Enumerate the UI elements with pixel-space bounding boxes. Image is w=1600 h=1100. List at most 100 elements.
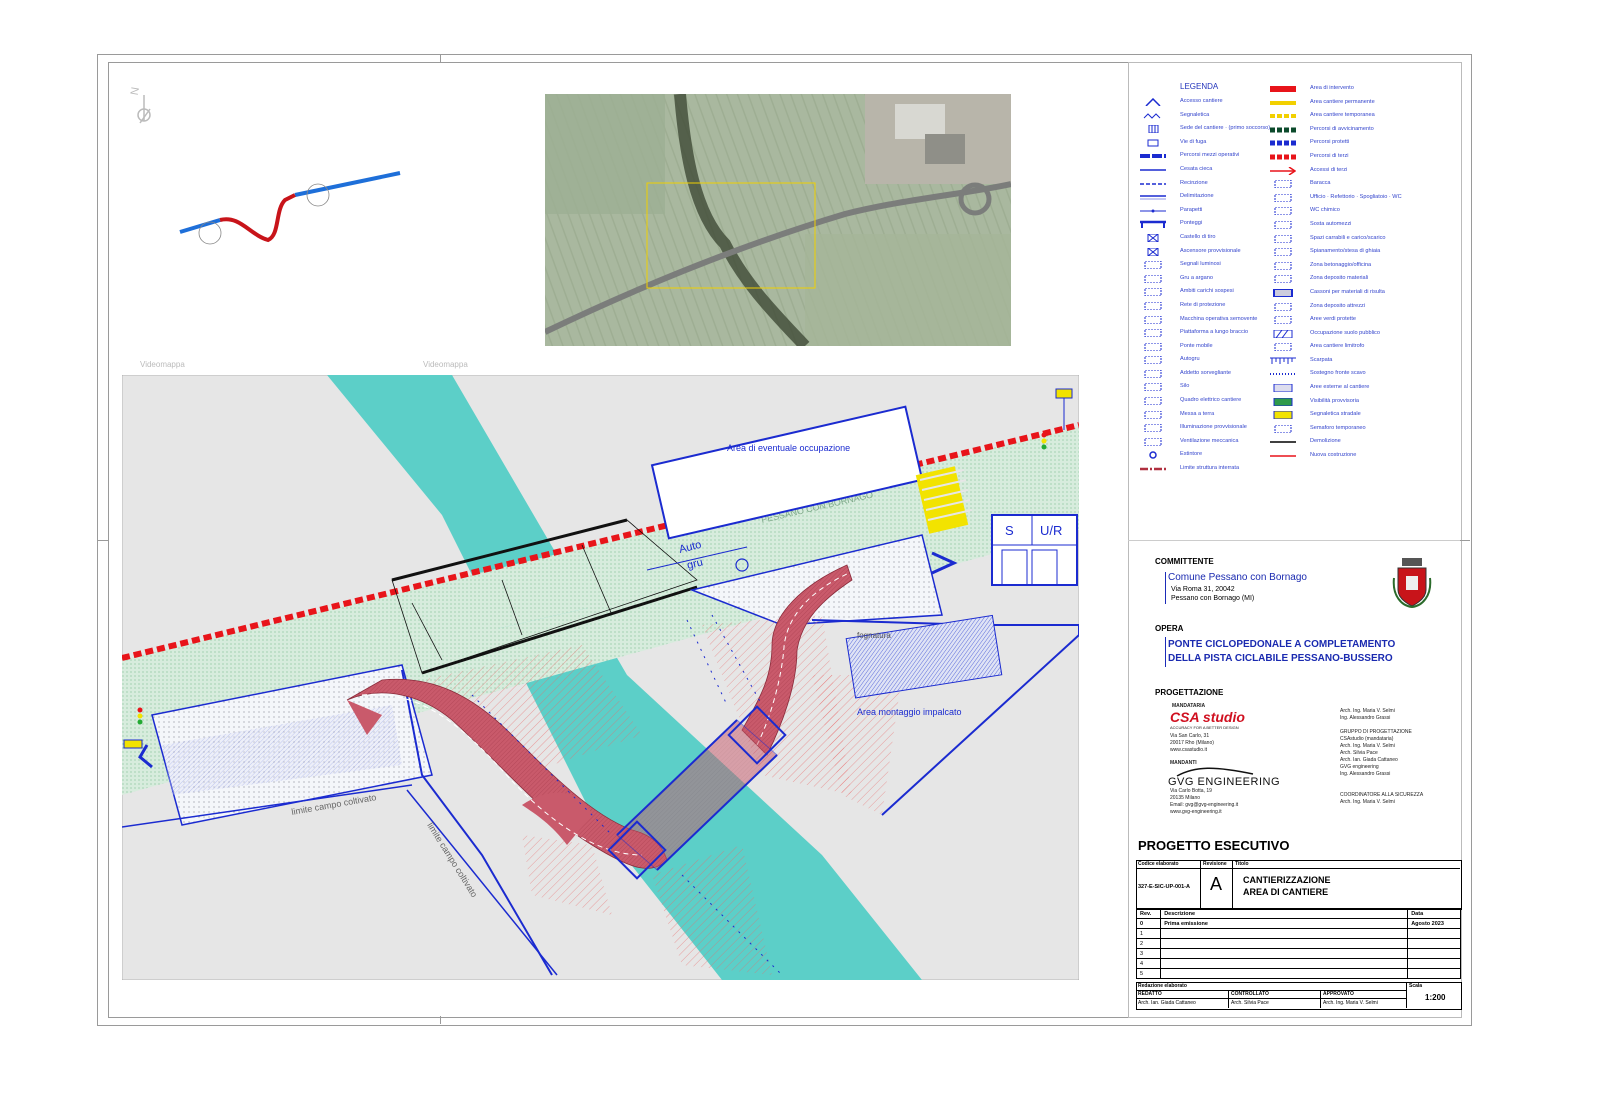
- legend-item: Delimitazione: [1140, 190, 1290, 204]
- revision-cell: [1160, 968, 1409, 979]
- legend-label: Piattaforma a lungo braccio: [1180, 329, 1249, 336]
- double-rect-icon: [1273, 288, 1293, 297]
- revisione-value: A: [1210, 874, 1223, 894]
- legend-label: Segnali luminosi: [1180, 261, 1221, 268]
- revision-cell: 1: [1135, 928, 1162, 939]
- legend-item: Zona deposito attrezzi: [1270, 300, 1420, 314]
- light-icon: [1144, 261, 1162, 270]
- comune-logo: [1392, 556, 1432, 609]
- legend-label: Area di intervento: [1310, 85, 1354, 91]
- dash-bold-icon: [1140, 154, 1166, 159]
- truck-icon: [1144, 356, 1162, 365]
- text-line: GRUPPO DI PROGETTAZIONE: [1340, 729, 1412, 735]
- committente-bracket: [1165, 572, 1166, 604]
- committente-city: Pessano con Bornago (MI): [1171, 595, 1255, 602]
- revision-cell: [1407, 968, 1461, 979]
- legend-label: Sostegno fronte scavo: [1310, 370, 1366, 377]
- controllato-heading: CONTROLLATO: [1231, 991, 1269, 997]
- ursw-icon: [1274, 193, 1292, 202]
- revision-cell: Prima emissione: [1160, 918, 1409, 929]
- grey-rect-icon: [1273, 384, 1293, 393]
- red-dash-dot-icon: [1140, 467, 1166, 471]
- dot-rect-icon: [1274, 316, 1292, 325]
- legend-item: Percorsi protetti: [1270, 136, 1420, 150]
- cross-box-icon: [1147, 233, 1159, 242]
- bridge-icon: [1144, 342, 1162, 351]
- legend-item: WC chimico: [1270, 204, 1420, 218]
- legend-label: Ponte mobile: [1180, 342, 1213, 349]
- text-line: Email: gvg@gvg-engineering.it: [1170, 802, 1239, 808]
- legend-item: Spazi carrabili e carico/scarico: [1270, 232, 1420, 246]
- grid-icon: [1148, 125, 1159, 134]
- legend-item: Estintore: [1140, 448, 1290, 462]
- revision-header-cell: Descrizione: [1160, 908, 1409, 919]
- text-line: GVG engineering: [1340, 764, 1379, 770]
- person-icon: [1144, 369, 1162, 378]
- revision-cell: [1160, 948, 1409, 959]
- legend-item: Area cantiere temporanea: [1270, 109, 1420, 123]
- text-line: 20017 Rho (Milano): [1170, 740, 1214, 746]
- wc-icon: [1274, 207, 1292, 216]
- green-rect-icon: [1273, 397, 1293, 406]
- legend-item: Demolizione: [1270, 435, 1420, 449]
- revision-cell: [1407, 958, 1461, 969]
- revision-cell: [1407, 928, 1461, 939]
- legend-label: Percorsi protetti: [1310, 139, 1350, 146]
- legend-item: Percorsi di terzi: [1270, 150, 1420, 164]
- lamp-icon: [1144, 424, 1162, 433]
- legend-item: Ponteggi: [1140, 217, 1290, 231]
- scala-heading: Scala: [1409, 983, 1423, 989]
- crane-icon: [1144, 274, 1162, 283]
- legend-label: Sosta automezzi: [1310, 220, 1352, 227]
- legend-item: Messa a terra: [1140, 408, 1290, 422]
- legend-item: Gru a argano: [1140, 272, 1290, 286]
- legend-item: Macchina operativa semovente: [1140, 313, 1290, 327]
- area-eventuale-label: Area di eventuale occupazione: [727, 443, 850, 453]
- opera-title: DELLA PISTA CICLABILE PESSANO-BUSSERO: [1168, 653, 1393, 664]
- legend-item: Nuova costruzione: [1270, 449, 1420, 463]
- legend-item: Limite struttura interrata: [1140, 462, 1290, 476]
- text-line: www.gvg-engineering.it: [1170, 809, 1222, 815]
- yellow-bar-icon: [1270, 100, 1296, 105]
- codice-heading: Codice elaborato: [1138, 861, 1179, 867]
- frame-tick: [1128, 540, 1460, 541]
- gvg-address: Via Carlo Botta, 19 20135 Milano Email: gv…: [1170, 788, 1238, 816]
- legend-label: Cassoni per materiali di risulta: [1310, 288, 1385, 295]
- legend-item: Baracca: [1270, 177, 1420, 191]
- legend-item: Visibilità provvisoria: [1270, 395, 1420, 409]
- dot-rect-icon: [1274, 343, 1292, 352]
- legend-label: Zona deposito attrezzi: [1310, 302, 1366, 309]
- legend-item: Sostegno fronte scavo: [1270, 367, 1420, 381]
- revision-header-cell: Rev.: [1135, 908, 1162, 919]
- zigzag-icon: [1143, 112, 1161, 119]
- site-plan: PESSANO CON BORNAGO Area di eventuale oc…: [122, 375, 1079, 980]
- approvato-value: Arch. Ing. Maria V. Selmi: [1323, 1000, 1378, 1006]
- scala-value: 1:200: [1425, 993, 1446, 1002]
- frame-tick: [97, 540, 108, 541]
- codice-value: 327-E-SIC-UP-001-A: [1138, 884, 1190, 890]
- legend-item: Sosta automezzi: [1270, 218, 1420, 232]
- green-dash-icon: [1270, 127, 1296, 133]
- legend-label: Messa a terra: [1180, 410, 1215, 417]
- revision-cell: 4: [1135, 958, 1162, 969]
- text-line: Via Carlo Botta, 19: [1170, 788, 1212, 794]
- legend-item: Semaforo temporaneo: [1270, 422, 1420, 436]
- redazione-divider: [1320, 990, 1321, 1008]
- text-line: Ing. Alessandro Grassi: [1340, 771, 1391, 777]
- titolo-value: AREA DI CANTIERE: [1243, 887, 1329, 897]
- legend-label: Segnaletica stradale: [1310, 411, 1361, 418]
- legend-label: Zona betonaggio/officina: [1310, 261, 1372, 268]
- opera-title: PONTE CICLOPEDONALE A COMPLETAMENTO: [1168, 639, 1396, 650]
- titolo-value: CANTIERIZZAZIONE: [1243, 875, 1331, 885]
- red-arrow-icon: [1270, 166, 1296, 175]
- legend-label: Aree esterne al cantiere: [1310, 384, 1370, 391]
- legend-item: Illuminazione provvisionale: [1140, 421, 1290, 435]
- revision-cell: [1407, 948, 1461, 959]
- frame-tick: [440, 54, 441, 62]
- frame-tick: [1460, 540, 1470, 541]
- area-montaggio-label: Area montaggio impalcato: [857, 707, 962, 717]
- legend-label: Estintore: [1180, 451, 1203, 458]
- legend-label: Area cantiere permanente: [1310, 98, 1375, 105]
- revision-row: 1: [1135, 928, 1461, 939]
- opera-bracket: [1165, 637, 1166, 667]
